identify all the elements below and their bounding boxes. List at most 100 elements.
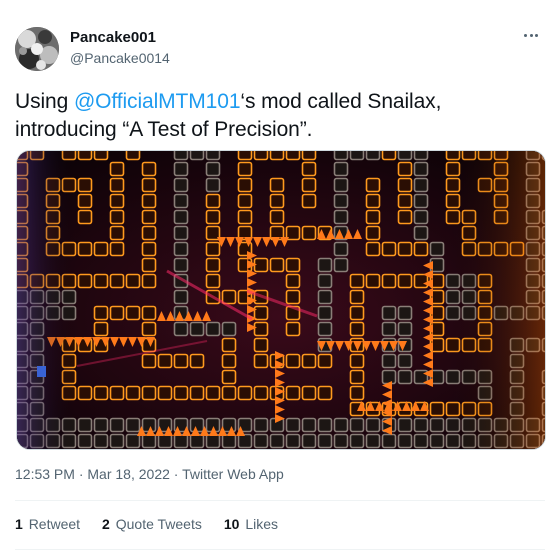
level-block-grey — [397, 353, 413, 369]
divider — [15, 500, 545, 501]
level-block — [141, 385, 157, 401]
level-block — [253, 353, 269, 369]
level-block-grey — [333, 209, 349, 225]
level-block — [157, 353, 173, 369]
level-block-grey — [317, 257, 333, 273]
level-block — [285, 385, 301, 401]
level-block-grey — [173, 151, 189, 161]
level-block — [381, 241, 397, 257]
level-block-grey — [189, 433, 205, 449]
author-handle[interactable]: @Pancake0014 — [70, 50, 170, 66]
level-block — [285, 257, 301, 273]
level-block — [205, 193, 221, 209]
level-block — [141, 193, 157, 209]
level-block — [141, 257, 157, 273]
level-block — [237, 193, 253, 209]
level-block — [141, 353, 157, 369]
level-block — [173, 385, 189, 401]
level-block — [253, 337, 269, 353]
level-block-grey — [397, 417, 413, 433]
mention-link[interactable]: @OfficialMTM101 — [74, 90, 241, 113]
level-block-grey — [317, 417, 333, 433]
level-block — [285, 289, 301, 305]
more-options-button[interactable] — [518, 22, 544, 48]
level-block — [269, 177, 285, 193]
level-block — [413, 241, 429, 257]
level-block-grey — [77, 417, 93, 433]
level-block — [301, 151, 317, 161]
level-block — [285, 321, 301, 337]
level-block-grey — [301, 433, 317, 449]
level-block — [317, 353, 333, 369]
level-block — [141, 225, 157, 241]
level-block-grey — [397, 433, 413, 449]
author-display-name[interactable]: Pancake001 — [70, 29, 156, 46]
level-block — [237, 177, 253, 193]
level-block — [349, 385, 365, 401]
level-block — [109, 177, 125, 193]
quote-tweets-count: 2 — [102, 516, 110, 532]
level-block-grey — [109, 417, 125, 433]
level-block-grey — [173, 289, 189, 305]
retweets-stat[interactable]: 1 Retweet — [15, 516, 80, 532]
level-block — [413, 273, 429, 289]
more-options-icon-dot — [529, 33, 533, 37]
level-block — [93, 385, 109, 401]
level-block-grey — [189, 321, 205, 337]
level-block-grey — [397, 321, 413, 337]
divider — [15, 549, 545, 550]
level-block-grey — [397, 151, 413, 161]
level-block — [349, 353, 365, 369]
tweet-time-link[interactable]: 12:53 PM — [15, 466, 75, 482]
level-block — [365, 209, 381, 225]
level-block — [77, 273, 93, 289]
tweet-source-link[interactable]: Twitter Web App — [182, 466, 284, 482]
tweet-media-image[interactable] — [16, 150, 546, 450]
level-block — [125, 151, 141, 161]
level-block-grey — [381, 305, 397, 321]
level-block-grey — [349, 417, 365, 433]
avatar[interactable] — [15, 27, 59, 71]
level-block — [301, 225, 317, 241]
level-block — [205, 273, 221, 289]
level-block-grey — [157, 433, 173, 449]
level-block-grey — [173, 321, 189, 337]
level-block — [141, 305, 157, 321]
level-block — [397, 273, 413, 289]
likes-label: Likes — [245, 516, 279, 532]
level-block-grey — [413, 209, 429, 225]
level-block-grey — [413, 225, 429, 241]
retweets-label: Retweet — [28, 516, 81, 532]
level-block-grey — [317, 321, 333, 337]
tweet-date-link[interactable]: Mar 18, 2022 — [87, 466, 170, 482]
level-block — [365, 273, 381, 289]
level-block — [349, 369, 365, 385]
quote-tweets-stat[interactable]: 2 Quote Tweets — [102, 516, 202, 532]
engagement-stats: 1 Retweet 2 Quote Tweets 10 Likes — [15, 516, 300, 532]
more-options-icon-dot — [535, 33, 539, 37]
level-block — [93, 305, 109, 321]
level-block-grey — [285, 433, 301, 449]
level-block-grey — [173, 161, 189, 177]
more-options-icon — [523, 33, 527, 37]
level-block — [285, 273, 301, 289]
level-block-grey — [413, 177, 429, 193]
level-block-grey — [173, 209, 189, 225]
level-block — [349, 321, 365, 337]
level-block — [365, 225, 381, 241]
likes-stat[interactable]: 10 Likes — [224, 516, 278, 532]
level-block-grey — [93, 433, 109, 449]
retweets-count: 1 — [15, 516, 23, 532]
level-block-grey — [429, 417, 445, 433]
level-block — [93, 151, 109, 161]
level-block-grey — [413, 417, 429, 433]
level-block-grey — [141, 433, 157, 449]
level-block-grey — [221, 321, 237, 337]
level-block-grey — [205, 161, 221, 177]
level-block — [205, 385, 221, 401]
tweet-timestamp: 12:53 PM · Mar 18, 2022 · Twitter Web Ap… — [15, 466, 284, 482]
level-block-grey — [397, 369, 413, 385]
level-block — [429, 401, 445, 417]
level-block — [349, 305, 365, 321]
level-block — [77, 209, 93, 225]
